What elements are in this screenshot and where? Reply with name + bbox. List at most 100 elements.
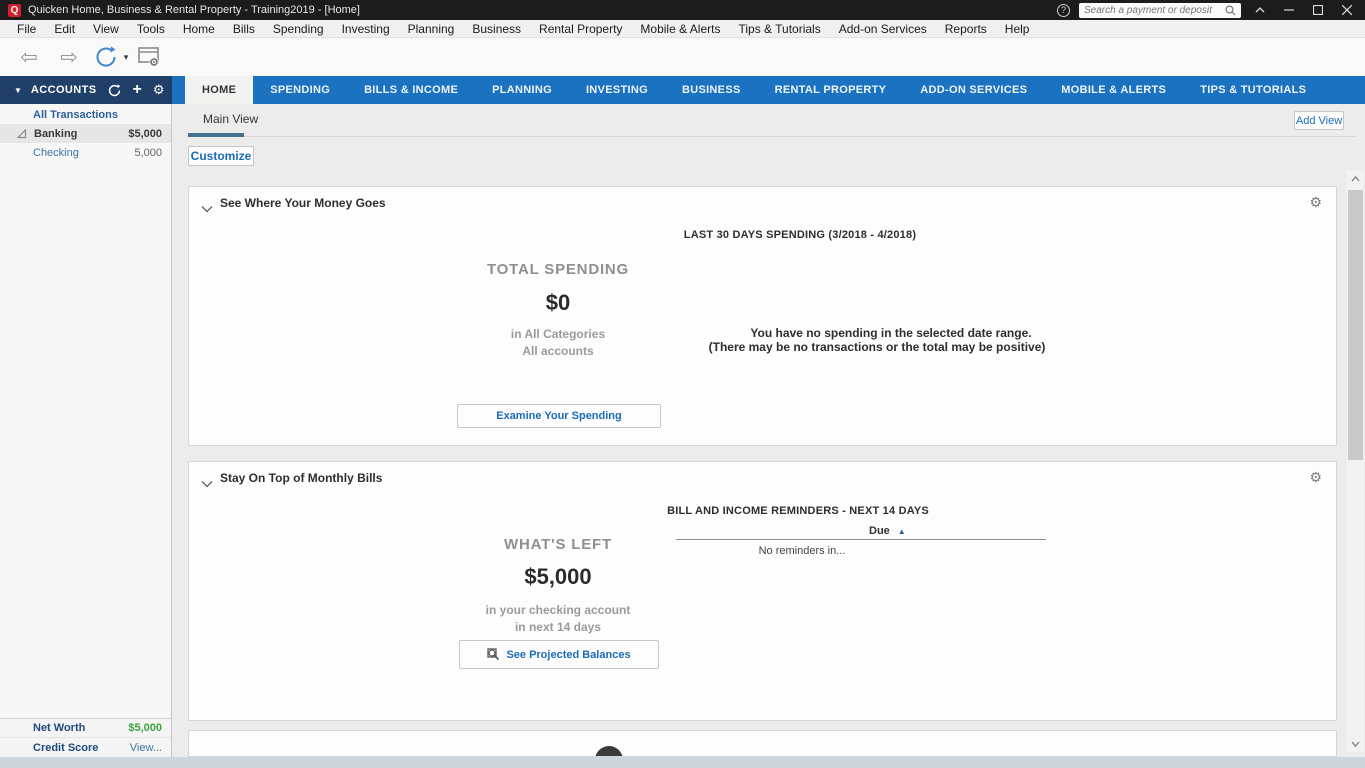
nav-tab-planning[interactable]: PLANNING bbox=[475, 76, 569, 104]
menu-edit[interactable]: Edit bbox=[45, 22, 84, 36]
title-bar: Q Quicken Home, Business & Rental Proper… bbox=[0, 0, 1365, 20]
minimize-button[interactable] bbox=[1279, 2, 1299, 18]
search-input[interactable] bbox=[1084, 5, 1225, 16]
scroll-up-arrow[interactable] bbox=[1347, 170, 1364, 187]
back-button[interactable]: ⇦ bbox=[14, 38, 44, 76]
whats-left-period: in next 14 days bbox=[515, 620, 601, 634]
nav-tab-mobile-alerts[interactable]: MOBILE & ALERTS bbox=[1044, 76, 1183, 104]
quicken-logo-icon: Q bbox=[8, 4, 21, 17]
accounts-collapse-icon[interactable]: ▼ bbox=[14, 86, 22, 95]
add-view-button[interactable]: Add View bbox=[1294, 111, 1344, 130]
projected-balances-icon bbox=[487, 648, 500, 661]
accounts-header-label: ACCOUNTS bbox=[31, 84, 97, 96]
no-spending-message-2: (There may be no transactions or the tot… bbox=[709, 340, 1046, 354]
menu-tips-tutorials[interactable]: Tips & Tutorials bbox=[729, 22, 829, 36]
panel-collapse-chevron-icon[interactable] bbox=[201, 475, 213, 493]
nav-tab-addon-services[interactable]: ADD-ON SERVICES bbox=[903, 76, 1044, 104]
menu-mobile-alerts[interactable]: Mobile & Alerts bbox=[631, 22, 729, 36]
menu-reports[interactable]: Reports bbox=[936, 22, 996, 36]
nav-tab-tips-tutorials[interactable]: TIPS & TUTORIALS bbox=[1183, 76, 1323, 104]
menu-investing[interactable]: Investing bbox=[333, 22, 399, 36]
forward-arrow-icon: ⇨ bbox=[60, 45, 78, 70]
register-icon bbox=[137, 46, 161, 68]
account-name[interactable]: Checking bbox=[33, 147, 79, 159]
collapse-ribbon-button[interactable] bbox=[1250, 2, 1270, 18]
whats-left-account: in your checking account bbox=[486, 603, 631, 617]
accounts-settings-icon[interactable]: ⚙ bbox=[153, 83, 165, 97]
maximize-button[interactable] bbox=[1308, 2, 1328, 18]
spending-panel-title[interactable]: See Where Your Money Goes bbox=[220, 196, 386, 210]
menu-bills[interactable]: Bills bbox=[224, 22, 264, 36]
search-icon bbox=[1225, 5, 1236, 16]
account-group-balance: $5,000 bbox=[128, 128, 162, 140]
due-column-label: Due bbox=[869, 525, 890, 537]
sort-ascending-icon: ▲ bbox=[898, 527, 906, 536]
menu-home[interactable]: Home bbox=[174, 22, 224, 36]
menu-addon-services[interactable]: Add-on Services bbox=[830, 22, 936, 36]
nav-tab-spending[interactable]: SPENDING bbox=[253, 76, 347, 104]
bills-panel-title[interactable]: Stay On Top of Monthly Bills bbox=[220, 471, 382, 485]
last-30-days-heading: LAST 30 DAYS SPENDING (3/2018 - 4/2018) bbox=[684, 229, 916, 241]
toolbar: ⇦ ⇨ ▾ bbox=[0, 38, 1365, 76]
next-panel-partial bbox=[188, 730, 1337, 757]
help-icon[interactable]: ? bbox=[1057, 4, 1070, 17]
nav-tab-investing[interactable]: INVESTING bbox=[569, 76, 665, 104]
scrollbar-thumb[interactable] bbox=[1348, 190, 1363, 460]
reminders-heading: BILL AND INCOME REMINDERS - NEXT 14 DAYS bbox=[667, 505, 929, 517]
reminders-table-rule bbox=[676, 539, 1046, 540]
nav-tab-home[interactable]: HOME bbox=[185, 76, 253, 104]
forward-button[interactable]: ⇨ bbox=[54, 38, 84, 76]
menu-file[interactable]: File bbox=[8, 22, 45, 36]
examine-spending-button[interactable]: Examine Your Spending bbox=[457, 404, 661, 428]
expand-triangle-icon[interactable] bbox=[17, 128, 27, 139]
see-projected-balances-button[interactable]: See Projected Balances bbox=[459, 640, 659, 669]
menu-view[interactable]: View bbox=[84, 22, 128, 36]
nav-tabs: HOME SPENDING BILLS & INCOME PLANNING IN… bbox=[185, 76, 1323, 104]
menu-spending[interactable]: Spending bbox=[264, 22, 333, 36]
spending-panel: See Where Your Money Goes ⚙ TOTAL SPENDI… bbox=[188, 186, 1337, 446]
main-nav-bar: ▼ ACCOUNTS + ⚙ HOME SPENDING BILLS & INC… bbox=[0, 76, 1365, 104]
whats-left-amount: $5,000 bbox=[524, 564, 591, 590]
menu-help[interactable]: Help bbox=[996, 22, 1039, 36]
net-worth-row[interactable]: Net Worth $5,000 bbox=[0, 719, 171, 738]
accounts-refresh-icon[interactable] bbox=[108, 84, 121, 97]
menu-tools[interactable]: Tools bbox=[128, 22, 174, 36]
close-button[interactable] bbox=[1337, 2, 1357, 18]
one-step-update-button[interactable] bbox=[92, 38, 120, 76]
add-account-icon[interactable]: + bbox=[132, 82, 141, 98]
credit-score-view-link[interactable]: View... bbox=[130, 742, 162, 754]
partial-chart-circle bbox=[595, 746, 623, 757]
caret-down-icon: ▾ bbox=[124, 52, 129, 63]
menu-business[interactable]: Business bbox=[463, 22, 530, 36]
global-search[interactable] bbox=[1079, 3, 1241, 18]
update-dropdown-caret[interactable]: ▾ bbox=[120, 38, 132, 76]
net-worth-label: Net Worth bbox=[33, 722, 85, 734]
nav-tab-rental-property[interactable]: RENTAL PROPERTY bbox=[758, 76, 904, 104]
total-spending-categories: in All Categories bbox=[511, 327, 605, 341]
customize-button[interactable]: Customize bbox=[188, 146, 254, 166]
accounts-sidebar: All Transactions Banking $5,000 Checking… bbox=[0, 104, 172, 757]
menu-planning[interactable]: Planning bbox=[399, 22, 464, 36]
see-projected-balances-label: See Projected Balances bbox=[506, 649, 630, 661]
vertical-scrollbar[interactable] bbox=[1347, 170, 1364, 752]
bottom-status-strip bbox=[0, 757, 1365, 768]
account-group-banking[interactable]: Banking $5,000 bbox=[0, 124, 171, 143]
total-spending-heading: TOTAL SPENDING bbox=[487, 261, 629, 278]
spending-panel-gear-icon[interactable]: ⚙ bbox=[1309, 194, 1322, 211]
all-transactions-link[interactable]: All Transactions bbox=[33, 109, 118, 121]
credit-score-row[interactable]: Credit Score View... bbox=[0, 738, 171, 757]
scroll-down-arrow[interactable] bbox=[1347, 735, 1364, 752]
register-settings-button[interactable] bbox=[135, 38, 163, 76]
due-column-header[interactable]: Due ▲ bbox=[869, 525, 906, 537]
panel-collapse-chevron-icon[interactable] bbox=[201, 200, 213, 218]
sidebar-summary: Net Worth $5,000 Credit Score View... bbox=[0, 718, 171, 757]
menu-bar: File Edit View Tools Home Bills Spending… bbox=[0, 20, 1365, 38]
nav-tab-business[interactable]: BUSINESS bbox=[665, 76, 758, 104]
nav-tab-bills-income[interactable]: BILLS & INCOME bbox=[347, 76, 475, 104]
bills-panel-gear-icon[interactable]: ⚙ bbox=[1309, 469, 1322, 486]
account-row-checking[interactable]: Checking 5,000 bbox=[0, 143, 171, 162]
menu-rental-property[interactable]: Rental Property bbox=[530, 22, 631, 36]
sync-icon bbox=[94, 45, 118, 69]
accounts-panel-header: ▼ ACCOUNTS + ⚙ bbox=[0, 76, 172, 104]
tab-main-view[interactable]: Main View bbox=[203, 112, 258, 126]
